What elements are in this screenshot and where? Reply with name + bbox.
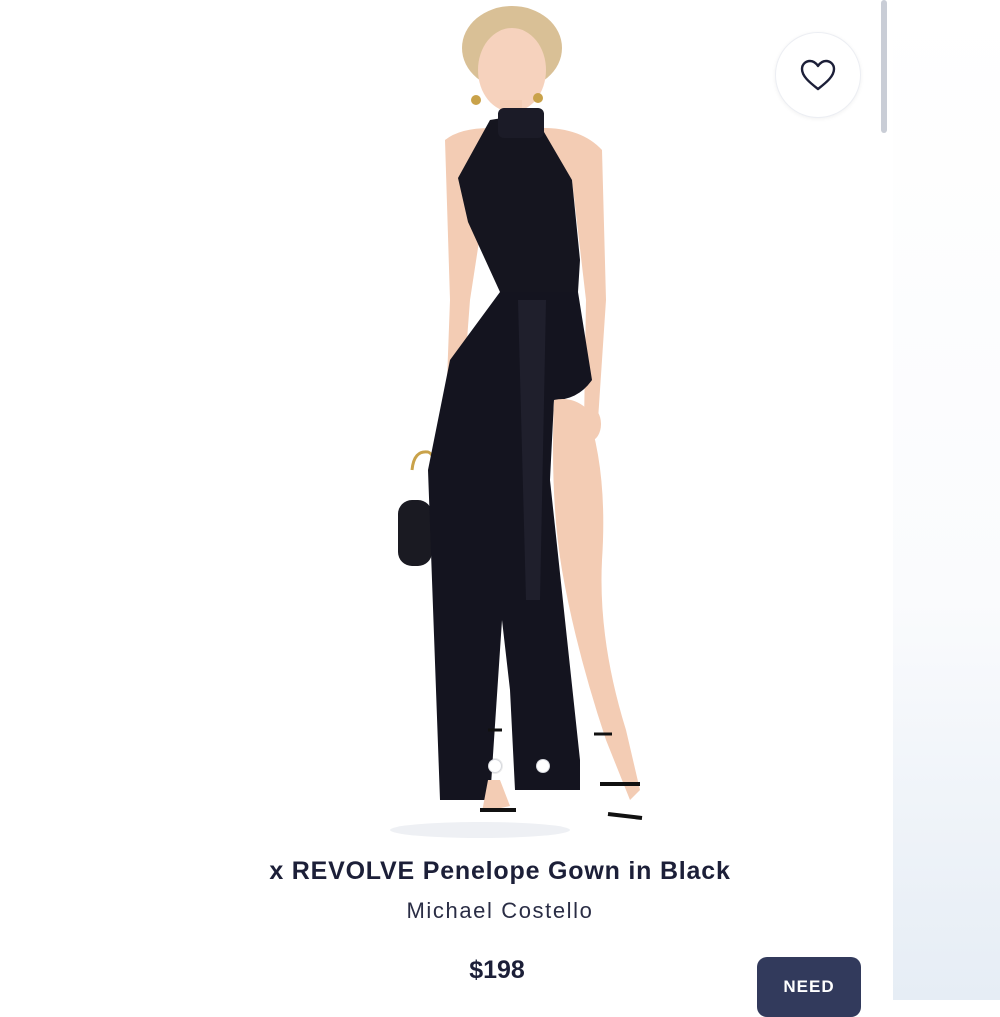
carousel-dot-1[interactable]	[488, 759, 502, 773]
scrollbar[interactable]	[881, 0, 887, 133]
product-photo[interactable]	[340, 0, 660, 840]
favorite-button[interactable]	[775, 32, 861, 118]
heart-outline-icon	[800, 59, 836, 91]
model-in-gown-illustration	[390, 6, 643, 838]
carousel-indicator	[488, 759, 550, 775]
need-button[interactable]: NEED	[757, 957, 861, 1017]
brand-name[interactable]: Michael Costello	[0, 898, 1000, 924]
carousel-dot-2[interactable]	[536, 759, 550, 773]
background-edge	[893, 0, 1000, 1000]
product-title[interactable]: x REVOLVE Penelope Gown in Black	[0, 857, 1000, 886]
product-listing-screen: x REVOLVE Penelope Gown in Black Michael…	[0, 0, 1000, 1017]
